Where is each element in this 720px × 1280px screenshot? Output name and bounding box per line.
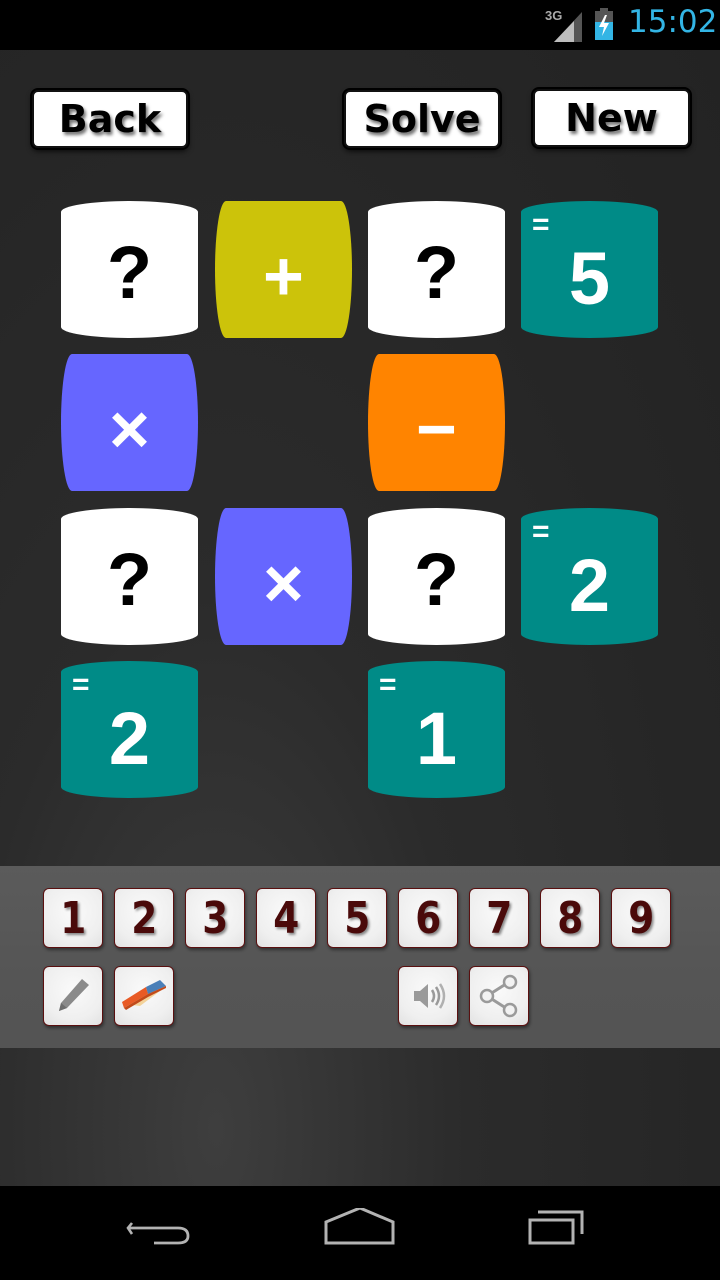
unknown-cell[interactable]: ?	[61, 508, 198, 645]
share-button[interactable]	[469, 966, 529, 1026]
result-value: 1	[415, 697, 458, 780]
digit-label: 4	[272, 892, 300, 944]
digit-label: 3	[201, 892, 229, 944]
digit-label: 2	[130, 892, 158, 944]
unknown-symbol: ?	[106, 538, 153, 621]
eraser-button[interactable]	[114, 966, 174, 1026]
back-arrow-icon	[126, 1222, 190, 1245]
result-value: 5	[568, 237, 611, 320]
pencil-button[interactable]	[43, 966, 103, 1026]
eraser-icon	[122, 980, 166, 1010]
result-value: 2	[108, 697, 151, 780]
digit-label: 6	[414, 892, 442, 944]
digit-label: 9	[627, 892, 655, 944]
digit-key-1[interactable]: 1	[43, 888, 103, 948]
result-tile: = 2	[61, 661, 198, 798]
new-puzzle-button[interactable]: New	[533, 89, 690, 147]
battery-charging-icon	[595, 8, 613, 40]
digit-label: 1	[59, 892, 87, 944]
digit-label: 7	[485, 892, 513, 944]
equals-sign: =	[72, 668, 90, 701]
digit-key-4[interactable]: 4	[256, 888, 316, 948]
unknown-symbol: ?	[413, 538, 460, 621]
sound-toggle-button[interactable]	[398, 966, 458, 1026]
digit-key-5[interactable]: 5	[327, 888, 387, 948]
share-icon	[479, 974, 518, 1018]
unknown-cell[interactable]: ?	[368, 508, 505, 645]
keypad-panel: 1 2 3 4 5 6 7 8 9	[0, 866, 720, 1048]
unknown-cell[interactable]: ?	[61, 201, 198, 338]
digit-key-2[interactable]: 2	[114, 888, 174, 948]
operator-tile: +	[215, 201, 352, 338]
status-bar: 3G 15:02	[0, 0, 720, 50]
nav-recents-button[interactable]	[520, 1208, 600, 1258]
operator-symbol: +	[263, 236, 304, 315]
nav-back-button[interactable]	[120, 1208, 200, 1258]
home-icon	[324, 1206, 395, 1245]
digit-label: 5	[343, 892, 371, 944]
recent-apps-icon	[528, 1210, 584, 1245]
back-button[interactable]: Back	[32, 90, 188, 148]
digit-key-8[interactable]: 8	[540, 888, 600, 948]
unknown-cell[interactable]: ?	[368, 201, 505, 338]
nav-home-button[interactable]	[320, 1206, 400, 1258]
result-tile: = 2	[521, 508, 658, 645]
unknown-symbol: ?	[106, 231, 153, 314]
operator-tile: −	[368, 354, 505, 491]
equals-sign: =	[379, 668, 397, 701]
result-value: 2	[568, 544, 611, 627]
equals-sign: =	[532, 208, 550, 241]
result-tile: = 5	[521, 201, 658, 338]
unknown-symbol: ?	[413, 231, 460, 314]
operator-symbol: −	[416, 389, 457, 468]
digit-key-3[interactable]: 3	[185, 888, 245, 948]
operator-symbol: ×	[263, 543, 304, 622]
solve-button[interactable]: Solve	[344, 90, 500, 148]
operator-symbol: ×	[109, 389, 150, 468]
digit-key-7[interactable]: 7	[469, 888, 529, 948]
operator-tile: ×	[215, 508, 352, 645]
digit-label: 8	[556, 892, 584, 944]
speaker-icon	[414, 983, 446, 1009]
pencil-icon	[59, 979, 89, 1011]
operator-tile: ×	[61, 354, 198, 491]
digit-key-6[interactable]: 6	[398, 888, 458, 948]
digit-key-9[interactable]: 9	[611, 888, 671, 948]
signal-icon	[554, 12, 582, 42]
equals-sign: =	[532, 515, 550, 548]
result-tile: = 1	[368, 661, 505, 798]
clock: 15:02	[628, 4, 718, 40]
system-nav-bar	[0, 1186, 720, 1280]
